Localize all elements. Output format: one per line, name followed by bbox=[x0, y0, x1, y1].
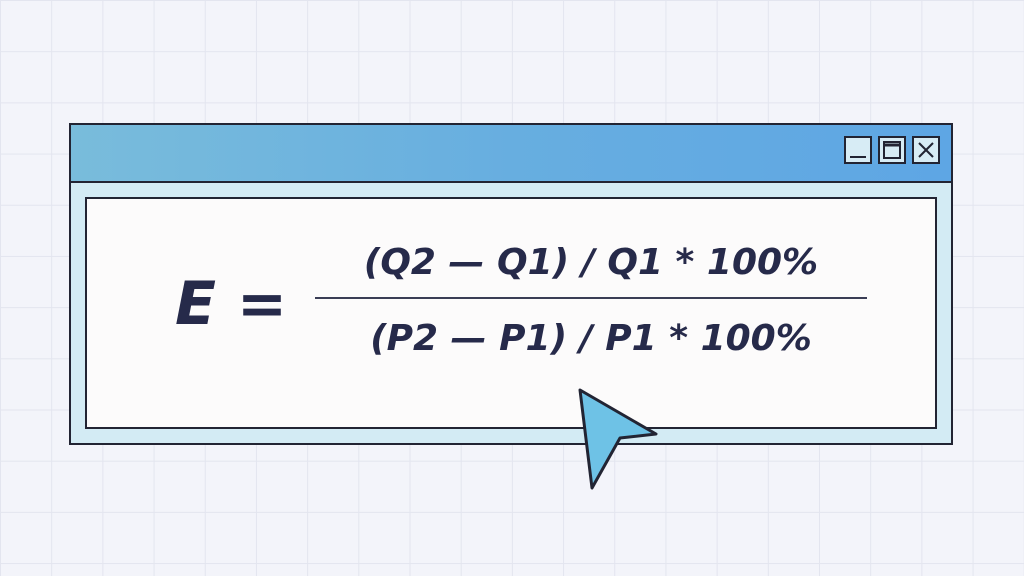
maximize-icon bbox=[883, 141, 901, 159]
formula-lhs: E = bbox=[175, 269, 288, 339]
window-controls bbox=[844, 136, 940, 164]
fraction-bar bbox=[315, 297, 867, 299]
formula-denominator: (P2 — P1) / P1 * 100% bbox=[370, 318, 812, 359]
maximize-button[interactable] bbox=[878, 136, 906, 164]
pointer-cursor-icon bbox=[578, 388, 658, 490]
minimize-icon bbox=[850, 156, 866, 158]
formula-panel: E = (Q2 — Q1) / Q1 * 100% (P2 — P1) / P1… bbox=[85, 197, 937, 429]
formula-window: E = (Q2 — Q1) / Q1 * 100% (P2 — P1) / P1… bbox=[69, 123, 953, 445]
formula-numerator: (Q2 — Q1) / Q1 * 100% bbox=[363, 242, 819, 283]
close-icon bbox=[918, 142, 934, 158]
close-button[interactable] bbox=[912, 136, 940, 164]
window-titlebar[interactable] bbox=[71, 125, 951, 183]
minimize-button[interactable] bbox=[844, 136, 872, 164]
